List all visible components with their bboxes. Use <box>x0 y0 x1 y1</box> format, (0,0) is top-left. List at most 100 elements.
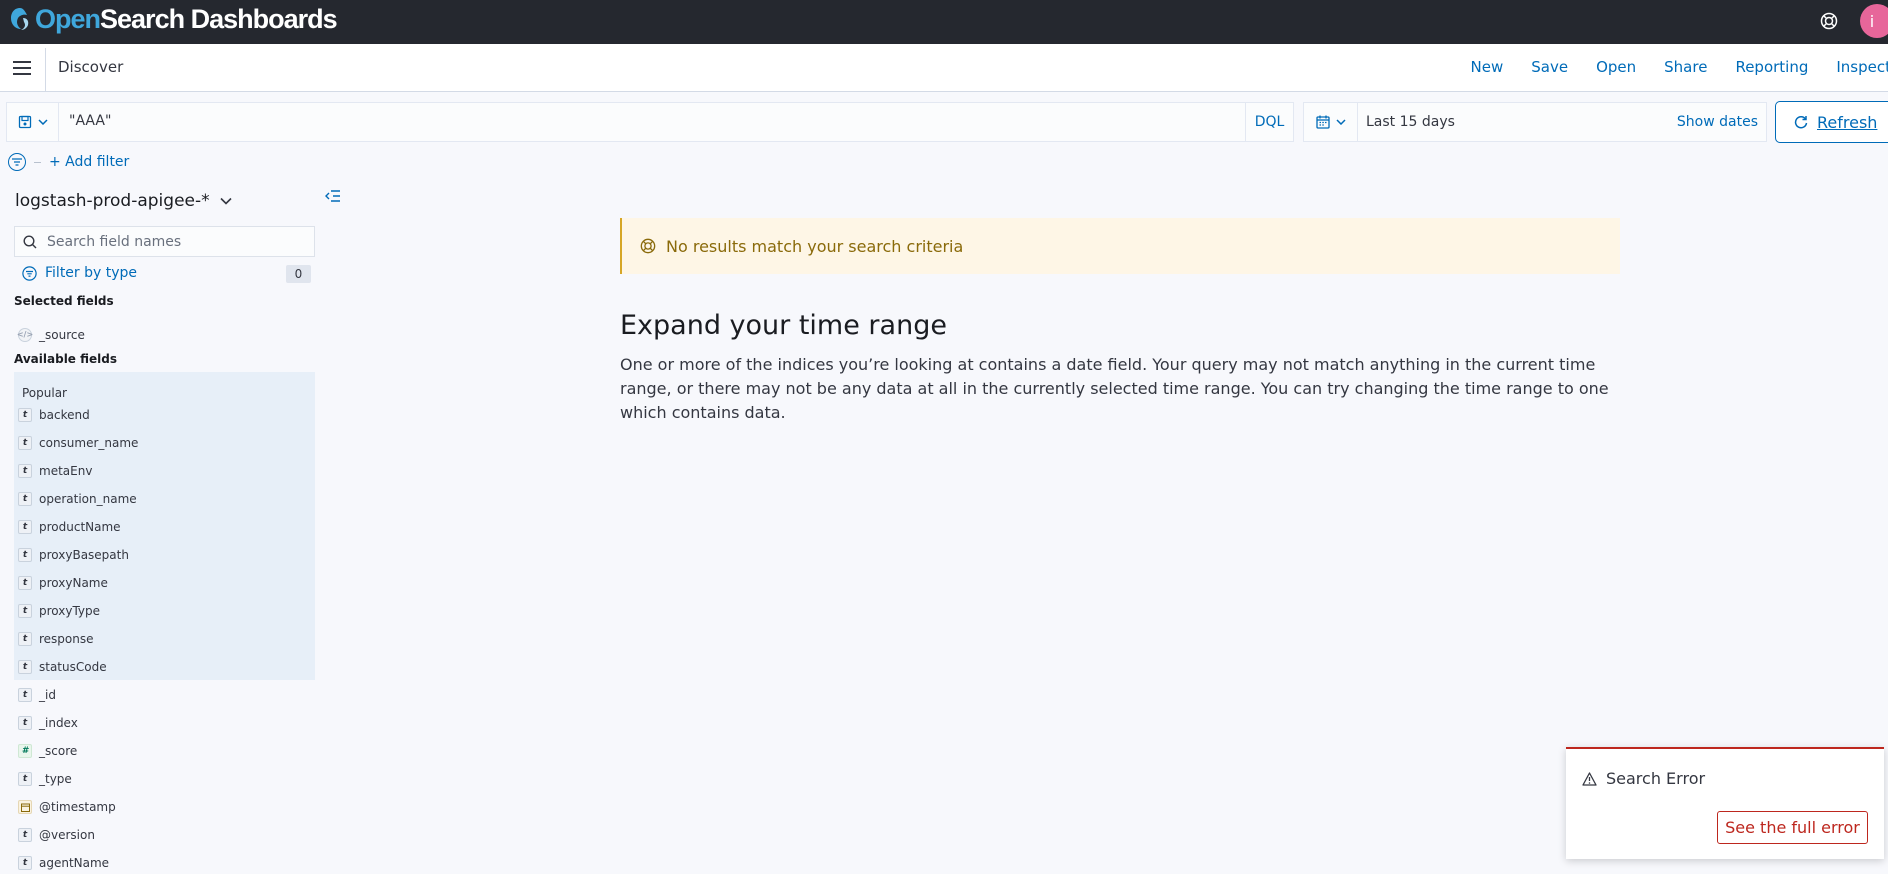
brand-text-rest: Search Dashboards <box>100 4 338 34</box>
avatar-initial: i <box>1869 11 1875 31</box>
field-name: _source <box>39 328 85 342</box>
no-results-callout: No results match your search criteria <box>620 218 1620 274</box>
field-item[interactable]: t operation_name <box>18 488 137 510</box>
calendar-icon <box>1315 115 1330 129</box>
string-type-icon: t <box>18 548 32 562</box>
string-type-icon: t <box>18 828 32 842</box>
help-lifebuoy-icon <box>640 238 656 254</box>
inspect-link[interactable]: Inspect <box>1836 58 1888 76</box>
source-field-icon: </> <box>17 328 33 342</box>
field-name: response <box>39 632 94 646</box>
field-name: backend <box>39 408 90 422</box>
string-type-icon: t <box>18 520 32 534</box>
filter-count-badge: 0 <box>286 265 311 283</box>
string-type-icon: t <box>18 772 32 786</box>
share-link[interactable]: Share <box>1664 58 1707 76</box>
user-avatar[interactable]: i <box>1860 4 1888 38</box>
nav-bar: Discover New Save Open Share Reporting I… <box>0 44 1888 92</box>
field-name: statusCode <box>39 660 107 674</box>
new-link[interactable]: New <box>1471 58 1504 76</box>
field-item[interactable]: t consumer_name <box>18 432 138 454</box>
chevron-down-icon <box>37 119 48 125</box>
breadcrumb[interactable]: Discover <box>58 58 123 76</box>
field-item[interactable]: t statusCode <box>18 656 107 678</box>
hamburger-menu-icon <box>13 61 31 75</box>
field-item-source[interactable]: </> _source <box>17 324 85 346</box>
field-item[interactable]: t _id <box>18 684 56 706</box>
filter-icon <box>22 265 37 281</box>
field-name: proxyName <box>39 576 108 590</box>
save-link[interactable]: Save <box>1531 58 1568 76</box>
search-query-input[interactable]: "AAA" <box>69 113 111 129</box>
toast-header: Search Error <box>1582 769 1705 788</box>
field-item[interactable]: t _index <box>18 712 78 734</box>
string-type-icon: t <box>18 408 32 422</box>
number-type-icon: # <box>18 744 32 758</box>
available-fields-heading: Available fields <box>14 352 118 366</box>
field-name: @version <box>39 828 95 842</box>
field-name: @timestamp <box>39 800 116 814</box>
string-type-icon: t <box>18 576 32 590</box>
string-type-icon: t <box>18 464 32 478</box>
help-button[interactable] <box>1818 10 1840 32</box>
opensearch-logo[interactable]: OpenSearch Dashboards <box>9 4 338 34</box>
field-item[interactable]: t _type <box>18 768 72 790</box>
saved-queries-button[interactable] <box>7 103 59 141</box>
field-search-input[interactable] <box>14 226 315 257</box>
field-name: productName <box>39 520 121 534</box>
field-item[interactable]: t backend <box>18 404 90 426</box>
date-type-icon <box>18 800 32 814</box>
index-pattern-selector[interactable]: logstash-prod-apigee-* <box>15 191 232 211</box>
query-bar: "AAA" DQL <box>6 102 1294 142</box>
string-type-icon: t <box>18 856 32 870</box>
field-name: operation_name <box>39 492 137 506</box>
reporting-link[interactable]: Reporting <box>1735 58 1808 76</box>
opensearch-mark-icon <box>11 8 29 30</box>
field-item[interactable]: t response <box>18 628 94 650</box>
saved-query-icon <box>18 115 31 129</box>
field-search-text[interactable] <box>45 232 305 251</box>
calendar-icon <box>20 803 30 812</box>
nav-divider <box>45 48 46 92</box>
field-item[interactable]: @timestamp <box>18 796 116 818</box>
string-type-icon: t <box>18 492 32 506</box>
show-dates-link[interactable]: Show dates <box>1677 114 1758 130</box>
callout-text: No results match your search criteria <box>666 236 964 256</box>
collapse-sidebar-button[interactable] <box>325 187 343 205</box>
field-item[interactable]: t @version <box>18 824 95 846</box>
field-item[interactable]: t proxyName <box>18 572 108 594</box>
quick-select-button[interactable] <box>1304 103 1358 141</box>
string-type-icon: t <box>18 436 32 450</box>
search-error-toast: Search Error See the full error <box>1566 747 1884 859</box>
field-item[interactable]: t proxyType <box>18 600 100 622</box>
see-full-error-button[interactable]: See the full error <box>1717 811 1868 844</box>
field-name: _type <box>39 772 72 786</box>
field-name: agentName <box>39 856 110 870</box>
help-lifebuoy-icon <box>1820 12 1838 30</box>
add-filter-button[interactable]: + Add filter <box>49 154 129 170</box>
field-item[interactable]: t agentName <box>18 852 109 874</box>
top-nav-links: New Save Open Share Reporting Inspect <box>1443 58 1888 76</box>
chevron-down-icon <box>1335 119 1346 125</box>
field-item[interactable]: t proxyBasepath <box>18 544 129 566</box>
popular-fields-label: Popular <box>22 386 67 400</box>
index-pattern-name: logstash-prod-apigee-* <box>15 191 210 211</box>
field-name: _index <box>39 716 78 730</box>
string-type-icon: t <box>18 632 32 646</box>
query-language-button[interactable]: DQL <box>1245 103 1293 141</box>
refresh-button[interactable]: Refresh <box>1775 101 1888 143</box>
open-link[interactable]: Open <box>1596 58 1636 76</box>
expand-time-range-heading: Expand your time range <box>620 310 947 341</box>
field-item[interactable]: # _score <box>18 740 77 762</box>
menu-toggle-button[interactable] <box>8 56 36 80</box>
filter-bar: + Add filter <box>8 153 129 171</box>
filter-by-type-button[interactable]: Filter by type <box>22 265 137 281</box>
app-header: OpenSearch Dashboards i <box>0 0 1888 44</box>
date-range-text[interactable]: Last 15 days <box>1366 114 1455 130</box>
expand-time-range-description: One or more of the indices you’re lookin… <box>620 355 1609 422</box>
filter-options-button[interactable] <box>8 153 26 171</box>
selected-fields-heading: Selected fields <box>14 294 114 308</box>
string-type-icon: t <box>18 688 32 702</box>
field-item[interactable]: t metaEnv <box>18 460 92 482</box>
field-item[interactable]: t productName <box>18 516 121 538</box>
